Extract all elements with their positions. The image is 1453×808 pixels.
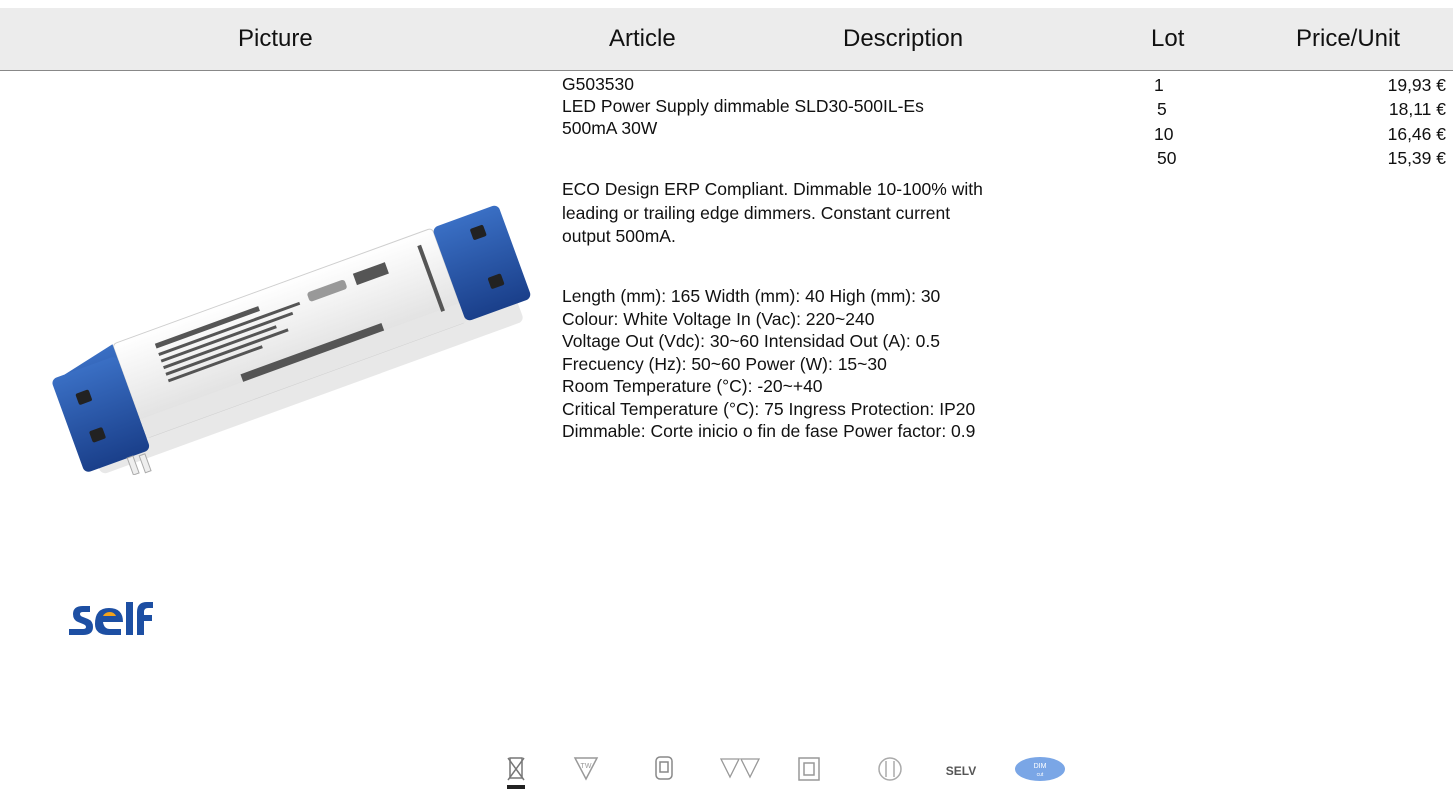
article-subtitle: 500mA 30W bbox=[562, 118, 658, 138]
safety-transformer-icon bbox=[878, 757, 902, 781]
lot-value: 1 bbox=[1154, 75, 1164, 95]
tw-triangle-icon: TW bbox=[573, 757, 599, 781]
header-lot: Lot bbox=[1151, 25, 1185, 52]
article-name: LED Power Supply dimmable SLD30-500IL-Es bbox=[562, 96, 924, 116]
svg-text:DIM: DIM bbox=[1034, 763, 1047, 770]
lot-value: 50 bbox=[1157, 148, 1177, 168]
header-article: Article bbox=[609, 25, 676, 52]
selv-icon: SELV bbox=[946, 764, 976, 778]
table-header: Picture Article Description Lot Price/Un… bbox=[0, 8, 1453, 71]
class-ii-icon bbox=[798, 757, 820, 781]
self-brand-logo bbox=[69, 602, 153, 635]
double-tw-icon bbox=[720, 758, 760, 779]
dimmable-badge-icon: DIM cut bbox=[1015, 757, 1065, 781]
product-image bbox=[52, 205, 531, 475]
svg-text:TW: TW bbox=[581, 763, 592, 770]
price-value: 18,11 € bbox=[1388, 99, 1446, 119]
article-specs: Length (mm): 165 Width (mm): 40 High (mm… bbox=[562, 286, 976, 441]
lot-value: 5 bbox=[1157, 99, 1167, 119]
fuse-icon bbox=[655, 756, 673, 780]
article-description: ECO Design ERP Compliant. Dimmable 10-10… bbox=[562, 179, 983, 246]
header-description: Description bbox=[843, 25, 964, 52]
header-picture: Picture bbox=[238, 25, 313, 52]
weee-bin-icon bbox=[507, 757, 525, 789]
price-value: 15,39 € bbox=[1387, 148, 1446, 168]
svg-text:SELV: SELV bbox=[946, 764, 976, 778]
header-price-unit: Price/Unit bbox=[1296, 25, 1401, 52]
svg-text:cut: cut bbox=[1037, 772, 1044, 778]
article-code: G503530 bbox=[562, 74, 635, 94]
price-value: 16,46 € bbox=[1387, 124, 1446, 144]
lot-value: 10 bbox=[1154, 124, 1174, 144]
price-value: 19,93 € bbox=[1387, 75, 1446, 95]
